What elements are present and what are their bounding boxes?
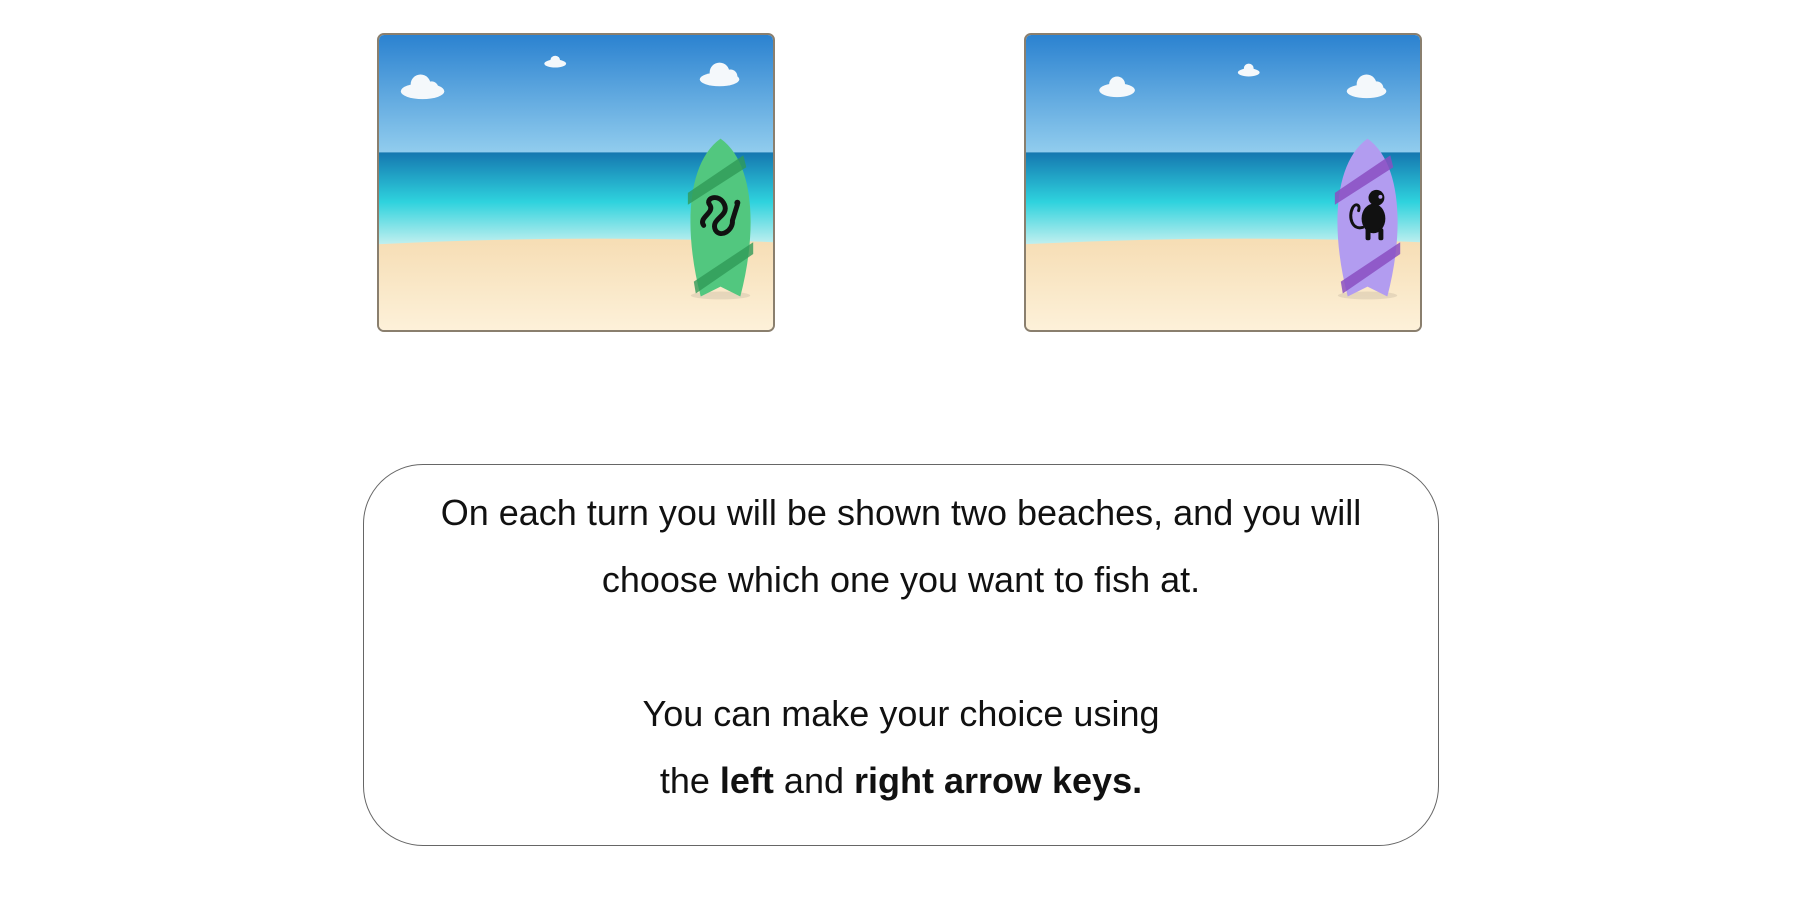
instruction-line-3: You can make your choice using [642,693,1160,734]
instruction-text: the [659,760,720,801]
instruction-text: and [773,760,854,801]
beach-scene-left [379,35,773,330]
game-stage: On each turn you will be shown two beach… [0,0,1800,900]
right-key-label: right arrow keys. [854,760,1143,801]
beach-left-option[interactable] [377,33,775,332]
instruction-panel: On each turn you will be shown two beach… [363,464,1439,846]
instruction-line-1: On each turn you will be shown two beach… [440,492,1362,533]
instruction-line-2: choose which one you want to fish at. [601,559,1201,600]
left-key-label: left [719,760,774,801]
beach-scene-right [1026,35,1420,330]
instruction-line-4: the left and right arrow keys. [364,747,1438,814]
beach-right-option[interactable] [1024,33,1422,332]
